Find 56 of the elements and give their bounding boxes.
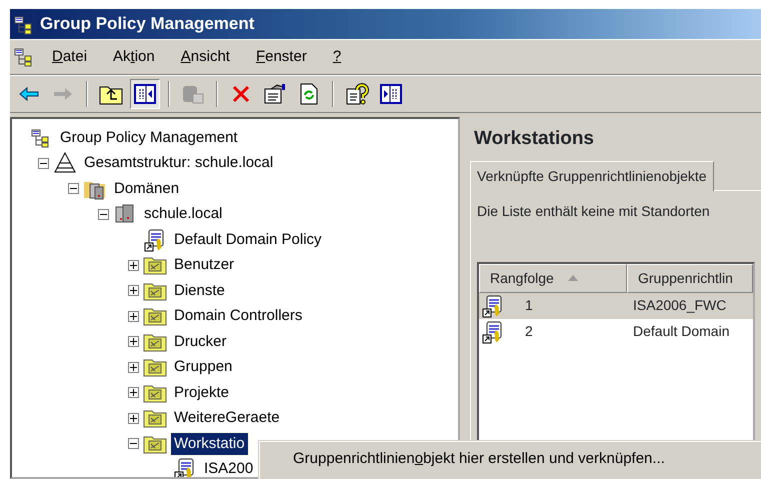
folder-icon	[143, 408, 167, 428]
tree-item[interactable]: Projekte	[171, 382, 232, 404]
pane-toggle-icon[interactable]	[130, 79, 160, 109]
folder-icon	[143, 332, 167, 352]
folder-icon	[143, 382, 167, 403]
expand-icon[interactable]	[128, 336, 139, 348]
menu-item[interactable]: Aktion	[103, 44, 165, 70]
tree-item[interactable]: Gesamtstruktur: schule.local	[81, 152, 276, 174]
menu-item[interactable]: ?	[322, 44, 352, 70]
table-cell-text: Default Domain	[632, 322, 730, 341]
folder-icon	[143, 306, 167, 326]
tree-item[interactable]: Drucker	[171, 330, 230, 353]
folder-icon	[143, 357, 167, 378]
tree-item[interactable]: schule.local	[141, 203, 226, 226]
expand-icon[interactable]	[128, 285, 139, 296]
table-cell-text: 1	[524, 296, 534, 315]
collapse-icon[interactable]	[38, 158, 49, 169]
tab[interactable]: Verknüpfte Gruppenrichtlinienobjekte	[470, 160, 714, 190]
collapse-icon[interactable]	[68, 183, 79, 194]
folder-icon	[143, 280, 167, 301]
table-row[interactable]: 1 ISA2006_FWC	[479, 292, 753, 318]
tree-item[interactable]: Default Domain Policy	[171, 228, 325, 251]
tree-item[interactable]: Domain Controllers	[171, 305, 306, 328]
tree-item[interactable]: Gruppen	[171, 356, 236, 378]
folder-icon	[143, 255, 167, 276]
window-title: Group Policy Management	[40, 13, 254, 36]
collapse-icon[interactable]	[128, 438, 139, 450]
info-text: Die Liste enthält keine mit Standorten	[477, 202, 711, 220]
expand-icon[interactable]	[128, 387, 139, 398]
tree-item[interactable]: ISA200	[201, 458, 256, 477]
pane-title: Workstations	[473, 127, 596, 151]
menu-item[interactable]: Ansicht	[170, 44, 240, 70]
expand-icon[interactable]	[128, 362, 139, 373]
tree-item[interactable]: WeitereGeraete	[171, 407, 283, 430]
sort-ascending-icon	[568, 275, 578, 281]
expand-icon[interactable]	[128, 260, 139, 271]
menu-item[interactable]: Gruppenrichtlinienobjekt hier erstellen und verknüpfen...	[289, 448, 669, 470]
tree-item[interactable]: Domänen	[111, 178, 182, 200]
table-cell-text: 2	[524, 322, 534, 341]
collapse-icon[interactable]	[98, 208, 109, 220]
tree-item[interactable]: Benutzer	[171, 254, 238, 276]
folder-icon	[143, 434, 167, 454]
tree-item[interactable]: Workstatio	[171, 432, 248, 455]
expand-icon[interactable]	[128, 310, 139, 322]
menu-item[interactable]: Fenster	[246, 44, 317, 70]
column-header[interactable]: Rangfolge	[479, 264, 627, 292]
table-row[interactable]: 2 Default Domain	[479, 318, 753, 344]
column-label: Rangfolge	[490, 268, 554, 288]
menu-item[interactable]: Datei	[42, 44, 98, 70]
tree-item[interactable]: Group Policy Management	[57, 126, 241, 149]
column-label: Gruppenrichtlin	[638, 268, 733, 288]
table-cell-text: ISA2006_FWC	[632, 296, 726, 315]
expand-icon[interactable]	[128, 412, 139, 424]
tree-item[interactable]: Dienste	[171, 280, 228, 302]
triangle-icon	[53, 152, 77, 174]
column-header[interactable]: Gruppenrichtlin	[627, 264, 753, 292]
